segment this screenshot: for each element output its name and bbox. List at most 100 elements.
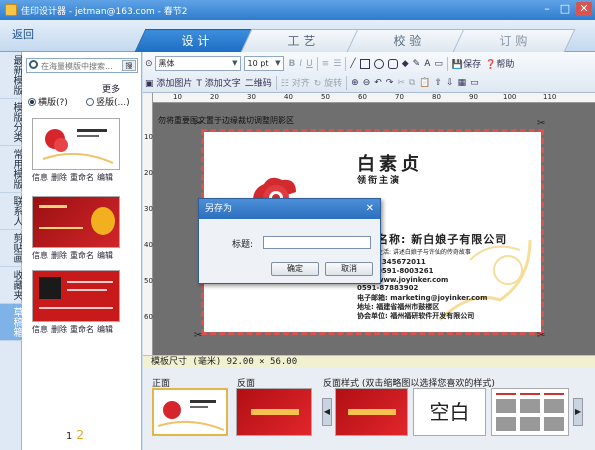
card-slogan[interactable]: 生活: 讲述白娘子与许仙的传奇故事	[377, 247, 471, 256]
align-left-icon[interactable]: ≡	[322, 59, 330, 69]
template-actions: 信息 删除 重命名 编辑	[32, 324, 113, 335]
category-common[interactable]: 常用模版	[0, 146, 22, 193]
category-latest[interactable]: 最新模版	[0, 52, 22, 99]
ok-button[interactable]: 确定	[271, 262, 319, 276]
more-link[interactable]: 更多	[102, 82, 120, 95]
category-drafts[interactable]: 草稿箱	[0, 304, 22, 341]
pen-icon[interactable]: ✎	[413, 59, 421, 69]
ellipse-tool-icon[interactable]	[373, 58, 384, 69]
back-thumbnail[interactable]	[236, 388, 312, 436]
tab-craft[interactable]: 工 艺	[240, 29, 364, 52]
grid-icon[interactable]: ▦	[458, 78, 467, 88]
edit-link[interactable]: 编辑	[97, 324, 113, 335]
template-thumbnail[interactable]	[32, 118, 120, 170]
rename-link[interactable]: 重命名	[70, 172, 94, 183]
info-link[interactable]: 信息	[32, 172, 48, 183]
copy-icon[interactable]: ⧉	[409, 78, 415, 88]
rename-link[interactable]: 重命名	[70, 324, 94, 335]
card-line[interactable]: 2345672011	[377, 258, 426, 266]
search-button[interactable]: 搜	[122, 60, 136, 71]
card-line[interactable]: 0591-8003261	[377, 267, 433, 275]
scroll-left-button[interactable]: ◀	[322, 398, 332, 426]
maximize-button[interactable]: □	[557, 2, 573, 16]
title-input[interactable]	[263, 236, 371, 249]
help-button[interactable]: ❓帮助	[485, 57, 514, 70]
layer-up-icon[interactable]: ⇧	[435, 78, 443, 88]
orient-vertical[interactable]: 竖版(...)	[86, 95, 130, 108]
paste-icon[interactable]: 📋	[419, 78, 430, 88]
save-as-dialog: 另存为 ✕ 标题: 确定 取消	[198, 198, 381, 284]
cut-mark-icon: ✂	[194, 118, 203, 129]
tab-proof[interactable]: 校 验	[346, 29, 470, 52]
category-contacts[interactable]: 联系人	[0, 193, 22, 230]
cut-icon[interactable]: ✂	[397, 78, 405, 88]
align-button[interactable]: ☷ 对齐	[281, 76, 310, 89]
fill-icon[interactable]: ◆	[402, 59, 409, 69]
template-thumbnail[interactable]	[32, 196, 120, 248]
border-icon[interactable]: ▭	[434, 59, 443, 69]
back-style-red[interactable]	[335, 388, 408, 436]
tab-order[interactable]: 订 购	[452, 29, 576, 52]
color-icon[interactable]: A	[424, 59, 430, 69]
card-company[interactable]: 名称: 新白娘子有限公司	[377, 231, 507, 247]
edit-link[interactable]: 编辑	[97, 250, 113, 261]
cancel-button[interactable]: 取消	[325, 262, 373, 276]
delete-link[interactable]: 删除	[51, 324, 67, 335]
undo-icon[interactable]: ↶	[374, 78, 382, 88]
add-image-button[interactable]: ▣ 添加图片	[145, 76, 192, 89]
align-center-icon[interactable]: ☰	[333, 59, 341, 69]
back-style-calendar[interactable]	[491, 388, 569, 436]
ruler-vertical: 10 20 30 40 50 60	[143, 93, 153, 355]
redo-icon[interactable]: ↷	[386, 78, 394, 88]
delete-link[interactable]: 删除	[51, 172, 67, 183]
layer-down-icon[interactable]: ⇩	[446, 78, 454, 88]
size-select[interactable]: 10 pt ▼	[243, 56, 284, 71]
zoom-in-icon[interactable]: ⊕	[351, 78, 359, 88]
radio-icon	[28, 97, 36, 106]
delete-link[interactable]: 删除	[51, 250, 67, 261]
orient-horizontal[interactable]: 横版(?)	[28, 95, 68, 108]
back-style-blank[interactable]: 空白	[413, 388, 486, 436]
info-link[interactable]: 信息	[32, 324, 48, 335]
italic-button[interactable]: I	[299, 59, 302, 69]
line-tool-icon[interactable]: ╱	[350, 59, 355, 69]
category-clipart[interactable]: 剪贴画	[0, 230, 22, 267]
back-button[interactable]: 返回	[12, 26, 34, 42]
qrcode-button[interactable]: 二维码	[245, 76, 272, 89]
font-icon: ⊙	[145, 58, 153, 69]
category-favorites[interactable]: 收藏夹	[0, 267, 22, 304]
card-line[interactable]: 0591-87883902	[357, 284, 418, 292]
tab-design[interactable]: 设 计	[134, 29, 258, 52]
card-line[interactable]: 协会单位: 福州福研软件开发有限公司	[357, 311, 474, 321]
card-line[interactable]: www.joyinker.com	[377, 276, 448, 284]
underline-button[interactable]: U	[306, 59, 313, 69]
template-thumbnail[interactable]	[32, 270, 120, 322]
scroll-right-button[interactable]: ▶	[573, 398, 583, 426]
category-classes[interactable]: 模版分类	[0, 99, 22, 146]
edit-link[interactable]: 编辑	[97, 172, 113, 183]
bold-button[interactable]: B	[289, 59, 296, 69]
preview-icon[interactable]: ▭	[470, 78, 479, 88]
cloud-pattern-icon	[438, 239, 532, 322]
rect-tool-icon[interactable]	[359, 58, 370, 69]
card-role[interactable]: 领衔主演	[357, 173, 401, 186]
rotate-button[interactable]: ↻ 旋转	[314, 76, 342, 89]
minimize-button[interactable]: –	[539, 2, 555, 16]
add-text-button[interactable]: T 添加文字	[196, 76, 240, 89]
close-button[interactable]: ✕	[576, 2, 592, 16]
save-button[interactable]: 💾保存	[452, 57, 481, 70]
template-art-icon	[42, 129, 114, 164]
main-nav: 返回 设 计 工 艺 校 验 订 购	[0, 20, 595, 52]
front-thumbnail[interactable]	[152, 388, 228, 436]
zoom-out-icon[interactable]: ⊖	[363, 78, 371, 88]
info-link[interactable]: 信息	[32, 250, 48, 261]
search-input[interactable]	[41, 60, 123, 72]
font-select[interactable]: 黑体 ▼	[154, 56, 241, 71]
rename-link[interactable]: 重命名	[70, 250, 94, 261]
back-style-art-icon	[348, 409, 396, 415]
page-current[interactable]: 2	[76, 428, 84, 442]
roundrect-tool-icon[interactable]	[387, 58, 398, 69]
chevron-down-icon: ▼	[275, 59, 281, 67]
page-1[interactable]: 1	[66, 431, 72, 442]
dialog-close-icon[interactable]: ✕	[366, 199, 374, 219]
